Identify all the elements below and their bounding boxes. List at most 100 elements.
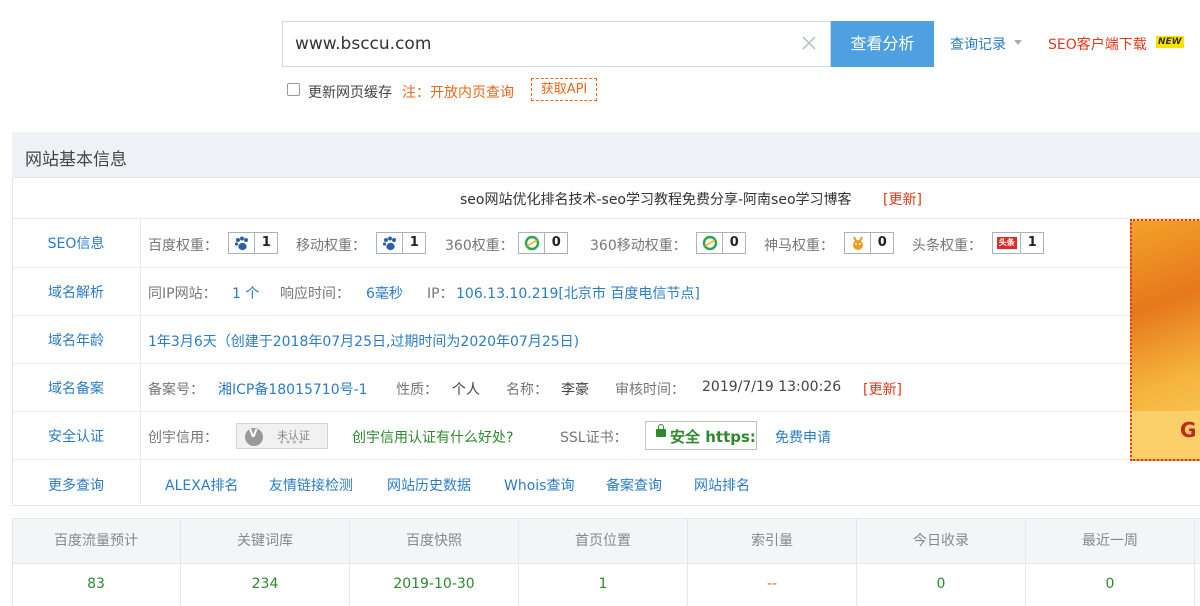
response-time-label: 响应时间：: [280, 286, 350, 302]
stats-value-snapshot[interactable]: 2019-10-30: [350, 564, 519, 606]
update-cache-checkbox[interactable]: [287, 83, 300, 96]
icp-type-label: 性质：: [396, 382, 438, 398]
toutiao-weight-label: 头条权重：: [912, 238, 982, 254]
shenma-icon: [845, 233, 872, 253]
update-cache-label[interactable]: 更新网页缓存: [308, 82, 392, 102]
panel-header: [12, 132, 1200, 178]
seo-client-download-link[interactable]: SEO客户端下载: [1048, 34, 1147, 54]
site-rank-link[interactable]: 网站排名: [694, 475, 750, 495]
ip-label: IP：: [427, 286, 454, 302]
stats-value-home-position[interactable]: 1: [519, 564, 688, 606]
domain-age-label[interactable]: 域名年龄: [12, 330, 140, 350]
icp-no-label: 备案号：: [148, 382, 204, 398]
baidu-paw-icon: [377, 233, 404, 253]
shenma-weight-badge[interactable]: 0: [844, 232, 894, 254]
icp-no-value[interactable]: 湘ICP备18015710号-1: [218, 379, 368, 399]
baidu-paw-icon: [229, 233, 256, 253]
360-icon: [519, 233, 546, 253]
whois-link[interactable]: Whois查询: [504, 475, 574, 495]
ip-value[interactable]: 106.13.10.219[北京市 百度电信节点]: [456, 283, 700, 303]
stats-header-today: 今日收录: [857, 518, 1026, 564]
rating-stars: ★★★★: [279, 439, 305, 446]
lock-icon: [656, 424, 666, 437]
inner-page-note: 注：开放内页查询: [402, 85, 514, 101]
toutiao-icon: 头条: [993, 233, 1022, 253]
360-mobile-weight-badge[interactable]: 0: [696, 232, 746, 254]
baidu-weight-value: 1: [261, 235, 271, 250]
icp-label[interactable]: 域名备案: [12, 378, 140, 398]
icp-name-label: 名称：: [506, 382, 548, 398]
chevron-down-icon[interactable]: [1014, 40, 1022, 45]
dns-label[interactable]: 域名解析: [12, 282, 140, 302]
panel-title: 网站基本信息: [25, 150, 127, 170]
360-icon: [697, 233, 724, 253]
search-input[interactable]: [283, 22, 795, 66]
shenma-weight-value: 0: [877, 235, 887, 250]
stats-table: 百度流量预计 关键词库 百度快照 首页位置 索引量 今日收录 最近一周 83 2…: [12, 518, 1200, 606]
security-label[interactable]: 安全认证: [12, 426, 140, 446]
chuangyu-benefit-link[interactable]: 创宇信用认证有什么好处?: [352, 427, 513, 447]
site-title: seo网站优化排名技术-seo学习教程免费分享-阿南seo学习博客: [460, 192, 852, 208]
row-divider: [12, 315, 1130, 316]
same-ip-label: 同IP网站：: [148, 286, 217, 302]
clear-icon[interactable]: [800, 34, 818, 52]
stats-value-index[interactable]: --: [688, 564, 857, 606]
side-ad-banner[interactable]: G: [1130, 219, 1200, 461]
row-divider: [12, 459, 1130, 460]
360-weight-label: 360权重：: [445, 238, 514, 254]
360-weight-badge[interactable]: 0: [518, 232, 568, 254]
site-title-update-link[interactable]: [更新]: [883, 189, 922, 209]
chuangyu-badge[interactable]: V 未认证 ★★★★: [236, 423, 328, 449]
stats-value-week[interactable]: 0: [1026, 564, 1195, 606]
mobile-weight-badge[interactable]: 1: [376, 232, 426, 254]
friend-link-check-link[interactable]: 友情链接检测: [269, 475, 353, 495]
chuangyu-label: 创宇信用：: [148, 430, 218, 446]
search-box: [282, 21, 831, 67]
query-history-link[interactable]: 查询记录: [950, 34, 1006, 54]
360-mobile-weight-value: 0: [729, 235, 739, 250]
stats-value-keywords[interactable]: 234: [181, 564, 350, 606]
icp-time-value: 2019/7/19 13:00:26: [702, 379, 842, 395]
new-badge: NEW: [1156, 36, 1184, 48]
icp-query-link[interactable]: 备案查询: [606, 475, 662, 495]
ssl-badge[interactable]: 安全 https:: [645, 421, 757, 450]
stats-header-keywords: 关键词库: [181, 518, 350, 564]
domain-age-value: 1年3月6天（创建于2018年07月25日,过期时间为2020年07月25日): [148, 334, 580, 350]
verify-icon-letter: V: [249, 427, 258, 440]
stats-value-baidu-traffic[interactable]: 83: [12, 564, 181, 606]
mobile-weight-label: 移动权重：: [296, 238, 366, 254]
baidu-weight-badge[interactable]: 1: [228, 232, 278, 254]
row-divider: [12, 363, 1130, 364]
ssl-apply-link[interactable]: 免费申请: [775, 427, 831, 447]
analyze-button[interactable]: 查看分析: [831, 21, 934, 67]
icp-update-link[interactable]: [更新]: [863, 379, 902, 399]
toutiao-weight-value: 1: [1027, 235, 1037, 250]
ad-letter: G: [1180, 418, 1197, 442]
360-weight-value: 0: [551, 235, 561, 250]
get-api-button[interactable]: 获取API: [531, 78, 597, 101]
icp-type-value: 个人: [452, 382, 480, 398]
stats-header-week: 最近一周: [1026, 518, 1195, 564]
more-queries-label[interactable]: 更多查询: [12, 475, 140, 495]
360-mobile-weight-label: 360移动权重：: [590, 238, 687, 254]
row-divider: [12, 267, 1130, 268]
same-ip-value[interactable]: 1 个: [232, 283, 259, 303]
icp-name-value: 李豪: [561, 382, 589, 398]
stats-header-baidu-traffic: 百度流量预计: [12, 518, 181, 564]
site-history-link[interactable]: 网站历史数据: [387, 475, 471, 495]
mobile-weight-value: 1: [409, 235, 419, 250]
icp-time-label: 审核时间：: [615, 382, 685, 398]
response-time-value: 6毫秒: [366, 286, 403, 302]
baidu-weight-label: 百度权重：: [148, 238, 218, 254]
ssl-label: SSL证书：: [560, 430, 628, 446]
ssl-status: 安全 https:: [670, 428, 756, 446]
shenma-weight-label: 神马权重：: [764, 238, 834, 254]
stats-header-home-position: 首页位置: [519, 518, 688, 564]
toutiao-weight-badge[interactable]: 头条 1: [992, 232, 1044, 254]
seo-info-label[interactable]: SEO信息: [12, 233, 140, 253]
stats-header-index: 索引量: [688, 518, 857, 564]
stats-value-today[interactable]: 0: [857, 564, 1026, 606]
stats-header-snapshot: 百度快照: [350, 518, 519, 564]
alexa-rank-link[interactable]: ALEXA排名: [165, 475, 238, 495]
row-divider: [12, 411, 1130, 412]
